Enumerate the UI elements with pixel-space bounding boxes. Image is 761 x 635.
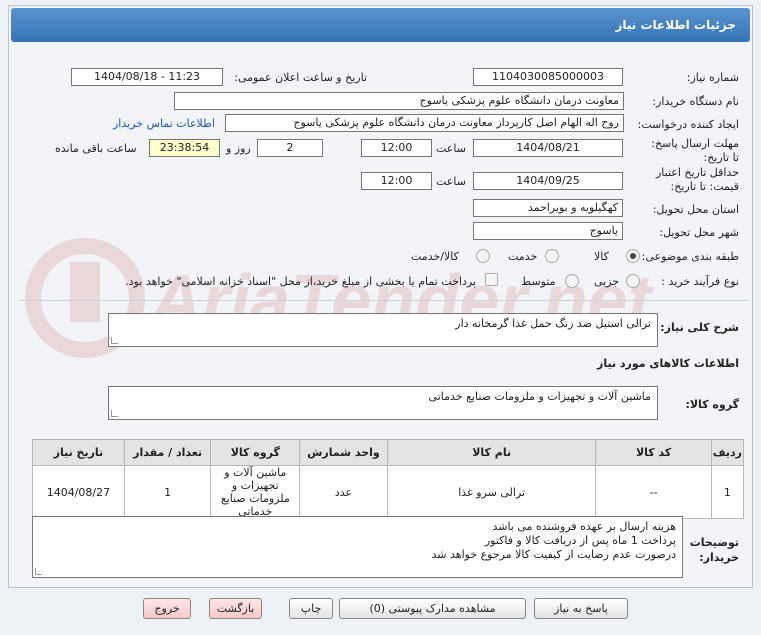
col-header-code: کد کالا	[595, 439, 712, 466]
reply-deadline-label: مهلت ارسال پاسخ: تا تاریخ:	[651, 137, 739, 164]
col-header-need-date: تاریخ نیاز	[32, 439, 125, 466]
cell-need-date: 1404/08/27	[32, 465, 125, 519]
province-label: استان محل تحویل:	[652, 203, 739, 216]
remaining-time-field: 23:38:54	[149, 139, 220, 157]
col-header-name: نام کالا	[386, 439, 597, 466]
treasury-payment-checkbox[interactable]	[485, 273, 498, 286]
days-label: روز و	[226, 142, 251, 155]
exit-button[interactable]: خروج	[143, 598, 191, 619]
cell-unit: عدد	[299, 465, 388, 519]
section-divider	[20, 300, 748, 301]
category-label: طبقه بندی موضوعی:	[641, 250, 739, 263]
announce-date-label: تاریخ و ساعت اعلان عمومی:	[234, 71, 367, 84]
buyer-org-field: معاونت درمان دانشگاه علوم پزشکی یاسوج	[174, 92, 624, 110]
resize-grip-icon[interactable]	[111, 337, 118, 344]
buyer-note-line: هزینه ارسال بر عهده فروشنده می باشد	[492, 520, 676, 533]
city-label: شهر محل تحویل:	[659, 226, 739, 239]
table-header-row: ردیف کد کالا نام کالا واحد شمارش گروه کا…	[32, 439, 745, 466]
category-option-goods-service: کالا/خدمت	[411, 250, 459, 263]
buyer-org-label: نام دستگاه خریدار:	[652, 95, 739, 108]
col-header-group: گروه کالا	[210, 439, 301, 466]
cell-group: ماشین آلات و تجهیزات و ملزومات صنایع خدم…	[210, 465, 301, 519]
print-button[interactable]: چاپ	[289, 598, 333, 619]
cell-name: ترالی سرو غذا	[386, 465, 597, 519]
validity-label: حداقل تاریخ اعتبار قیمت: تا تاریخ:	[655, 166, 739, 193]
cell-code: --	[595, 465, 712, 519]
buyer-note-line: درصورت عدم رضایت از کیفیت کالا مرجوع خوا…	[431, 548, 676, 561]
col-header-row-number: ردیف	[710, 439, 745, 466]
requester-label: ایجاد کننده درخواست:	[637, 118, 739, 131]
city-field: یاسوج	[473, 222, 623, 240]
process-radio-minor[interactable]	[626, 274, 640, 288]
province-field: کهگیلویه و بویراحمد	[473, 199, 623, 217]
back-button[interactable]: بازگشت	[209, 598, 262, 619]
validity-time-field: 12:00	[361, 172, 432, 190]
cell-quantity: 1	[123, 465, 212, 519]
reply-date-field: 1404/08/21	[473, 139, 623, 157]
buyer-notes-textarea: هزینه ارسال بر عهده فروشنده می باشد پردا…	[32, 516, 683, 578]
table-row[interactable]: 1 -- ترالی سرو غذا عدد ماشین آلات و تجهی…	[32, 465, 745, 519]
goods-group-text: ماشین آلات و تجهیزات و ملزومات صنایع خدم…	[428, 390, 651, 403]
view-attachments-button[interactable]: مشاهده مدارک پیوستی (0)	[339, 598, 526, 619]
resize-grip-icon[interactable]	[35, 568, 42, 575]
reply-time-label: ساعت	[436, 142, 466, 155]
treasury-payment-note: پرداخت تمام یا بخشی از مبلغ خرید،از محل …	[125, 275, 476, 288]
process-option-medium: متوسط	[521, 275, 556, 288]
cell-row-number: 1	[710, 465, 745, 519]
announce-date-field: 1404/08/18 - 11:23	[71, 68, 223, 86]
goods-group-textarea: ماشین آلات و تجهیزات و ملزومات صنایع خدم…	[108, 386, 658, 420]
resize-grip-icon[interactable]	[111, 410, 118, 417]
goods-table: ردیف کد کالا نام کالا واحد شمارش گروه کا…	[32, 439, 745, 519]
validity-date-field: 1404/09/25	[473, 172, 623, 190]
category-option-goods: کالا	[594, 250, 609, 263]
category-radio-goods[interactable]	[626, 249, 640, 263]
page-title: جزئیات اطلاعات نیاز	[11, 8, 750, 42]
need-number-label: شماره نیاز:	[686, 71, 739, 84]
remaining-time-label: ساعت باقی مانده	[55, 142, 137, 155]
days-remaining-field: 2	[257, 139, 323, 157]
need-number-field: 1104030085000003	[473, 68, 623, 86]
category-radio-goods-service[interactable]	[476, 249, 490, 263]
process-radio-medium[interactable]	[565, 274, 579, 288]
process-type-label: نوع فرآیند خرید :	[661, 275, 739, 288]
goods-info-title: اطلاعات کالاهای مورد نیاز	[597, 357, 739, 370]
summary-label: شرح کلی نیاز:	[660, 321, 739, 334]
reply-button[interactable]: پاسخ به نیاز	[534, 598, 628, 619]
buyer-note-line: پرداخت 1 ماه پس از دریافت کالا و فاکتور	[484, 534, 676, 547]
reply-time-field: 12:00	[361, 139, 432, 157]
category-option-service: خدمت	[508, 250, 538, 263]
col-header-quantity: تعداد / مقدار	[123, 439, 212, 466]
col-header-unit: واحد شمارش	[299, 439, 388, 466]
buyer-contact-link[interactable]: اطلاعات تماس خریدار	[113, 117, 215, 130]
requester-field: روح اله الهام اصل کارپرداز معاونت درمان …	[225, 114, 624, 132]
goods-group-label: گروه کالا:	[685, 398, 739, 411]
validity-time-label: ساعت	[436, 175, 466, 188]
category-radio-service[interactable]	[545, 249, 559, 263]
summary-textarea: ترالی استیل ضد زنگ حمل غذا گرمخانه دار	[108, 313, 658, 347]
process-option-minor: جزیی	[594, 275, 620, 288]
summary-text: ترالی استیل ضد زنگ حمل غذا گرمخانه دار	[455, 317, 651, 330]
